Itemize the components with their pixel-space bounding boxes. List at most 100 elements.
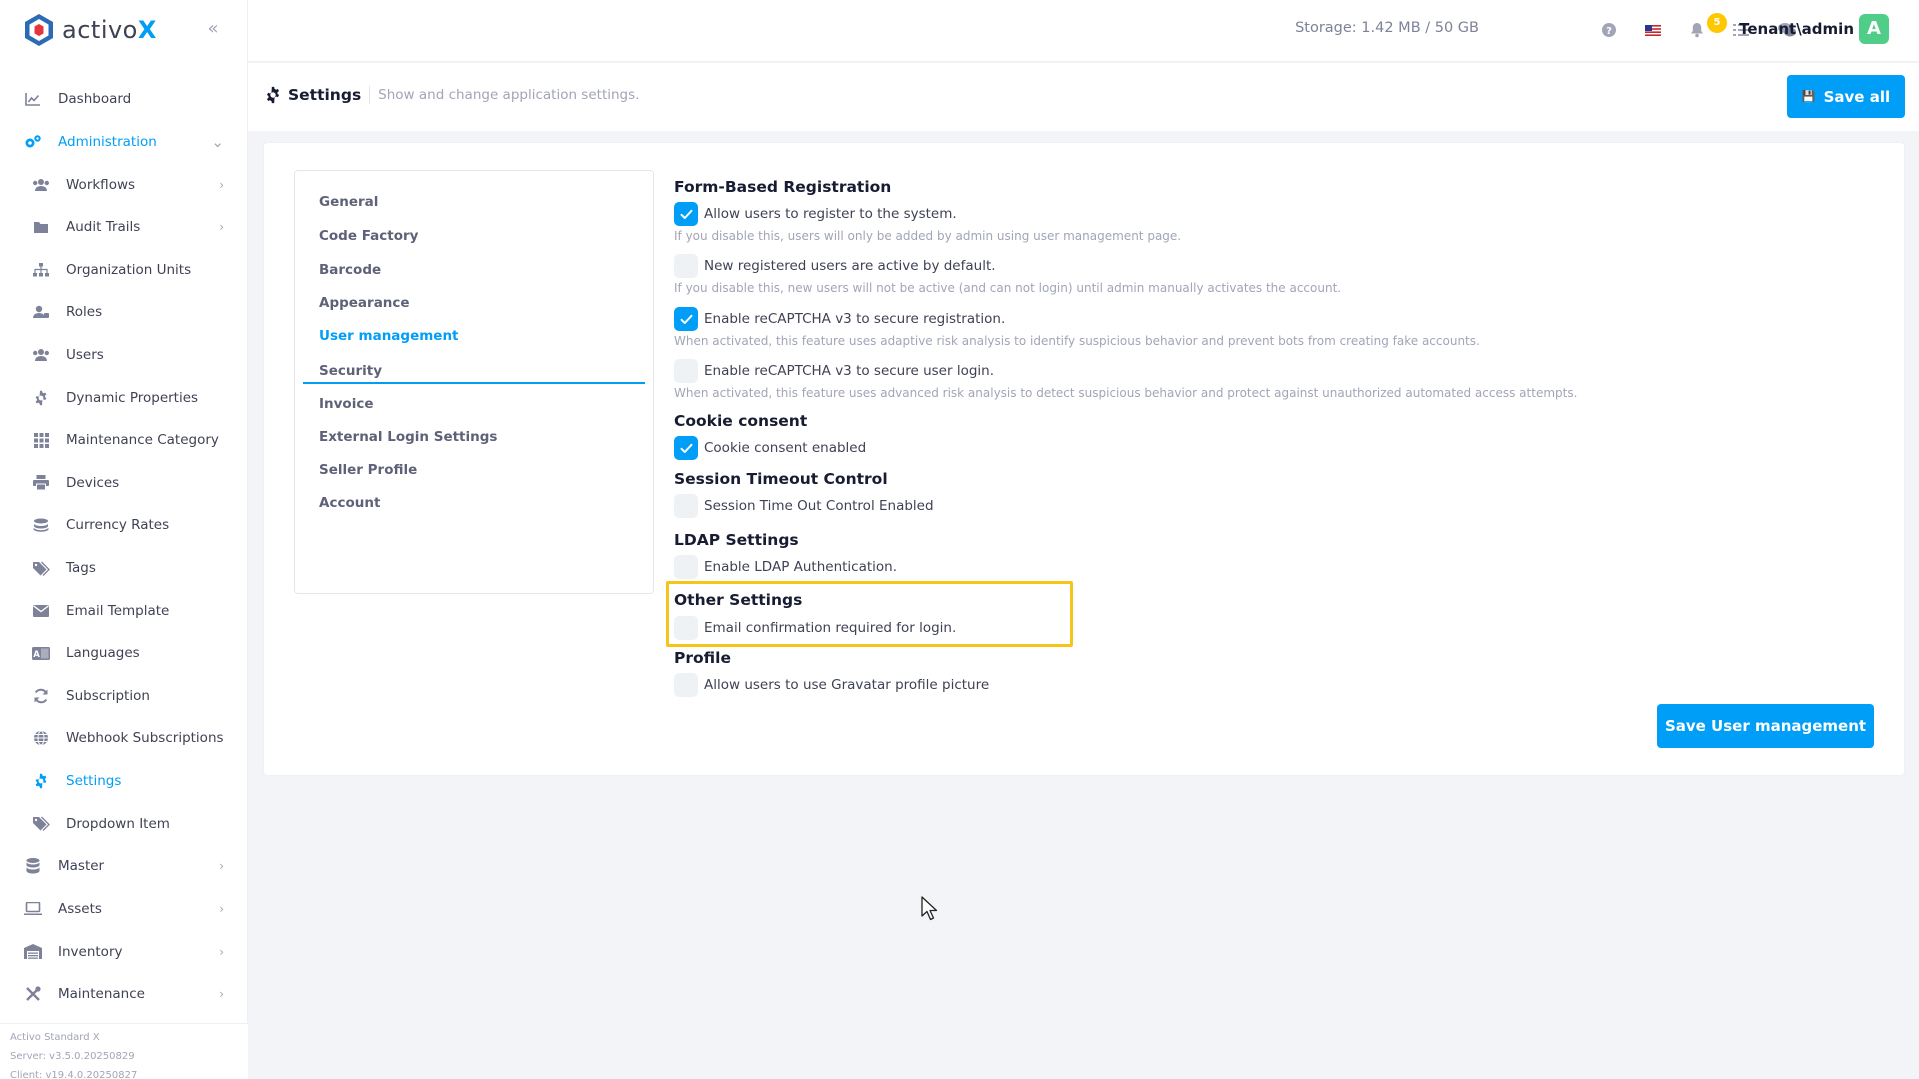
save-all-button[interactable]: 💾 Save all xyxy=(1787,75,1905,118)
checkbox-label: Enable reCAPTCHA v3 to secure user login… xyxy=(704,363,994,379)
settings-card: General Code Factory Barcode Appearance User… xyxy=(263,142,1905,776)
sidebar-item-label: Users xyxy=(66,347,104,364)
user-avatar[interactable]: A xyxy=(1859,14,1889,44)
folder-icon xyxy=(32,219,50,235)
sidebar-item-assets[interactable]: Assets › xyxy=(0,888,248,931)
tab-security[interactable]: Security xyxy=(295,353,653,389)
database-icon xyxy=(24,858,42,874)
sidebar-item-roles[interactable]: Roles xyxy=(0,291,248,334)
checkbox-box[interactable] xyxy=(674,307,698,331)
active-default-checkbox[interactable]: New registered users are active by defau… xyxy=(674,254,996,278)
sidebar-item-email-template[interactable]: Email Template xyxy=(0,589,248,632)
session-timeout-checkbox[interactable]: Session Time Out Control Enabled xyxy=(674,494,934,518)
recaptcha-registration-checkbox[interactable]: Enable reCAPTCHA v3 to secure registrati… xyxy=(674,307,1005,331)
sidebar-item-settings[interactable]: Settings xyxy=(0,760,248,803)
tab-general[interactable]: General xyxy=(295,184,653,220)
svg-text:A: A xyxy=(33,650,40,660)
sidebar-item-label: Webhook Subscriptions xyxy=(66,730,224,747)
sidebar-item-organization-units[interactable]: Organization Units xyxy=(0,249,248,292)
tab-invoice[interactable]: Invoice xyxy=(295,386,653,422)
tab-barcode[interactable]: Barcode xyxy=(295,252,653,288)
sidebar-item-workflows[interactable]: Workflows › xyxy=(0,163,248,206)
sidebar-item-languages[interactable]: A Languages xyxy=(0,632,248,675)
sidebar-item-label: Workflows xyxy=(66,176,136,193)
us-flag-icon[interactable] xyxy=(1643,20,1663,40)
tab-account[interactable]: Account xyxy=(295,485,653,521)
sidebar-item-tags[interactable]: Tags xyxy=(0,547,248,590)
tab-appearance[interactable]: Appearance xyxy=(295,285,653,321)
logo-hexagon-icon xyxy=(25,14,53,46)
sidebar-item-label: Master xyxy=(58,858,105,875)
tab-external-login-settings[interactable]: External Login Settings xyxy=(295,419,653,455)
sidebar-item-administration[interactable]: Administration ⌄ xyxy=(0,121,248,164)
logo[interactable]: activoX xyxy=(22,10,157,50)
email-confirmation-checkbox[interactable]: Email confirmation required for login. xyxy=(674,616,956,640)
cogs-icon xyxy=(24,134,42,150)
sidebar-item-audit-trails[interactable]: Audit Trails › xyxy=(0,206,248,249)
checkbox-box[interactable] xyxy=(674,555,698,579)
sidebar-item-master[interactable]: Master › xyxy=(0,845,248,888)
allow-register-checkbox[interactable]: Allow users to register to the system. xyxy=(674,202,957,226)
sidebar-item-users[interactable]: Users xyxy=(0,334,248,377)
sidebar-item-currency-rates[interactable]: Currency Rates xyxy=(0,504,248,547)
cookie-consent-checkbox[interactable]: Cookie consent enabled xyxy=(674,436,866,460)
chevron-right-icon: › xyxy=(219,220,224,235)
sidebar-item-dropdown-item[interactable]: Dropdown Item xyxy=(0,802,248,845)
svg-text:?: ? xyxy=(1606,26,1612,37)
checkbox-box[interactable] xyxy=(674,436,698,460)
sync-icon xyxy=(32,688,50,704)
sidebar-item-subscription[interactable]: Subscription xyxy=(0,675,248,718)
recaptcha-registration-help: When activated, this feature uses adapti… xyxy=(674,334,1480,348)
current-user[interactable]: Tenant\admin xyxy=(1739,20,1854,38)
sidebar-item-label: Dynamic Properties xyxy=(66,389,199,406)
sidebar-item-devices[interactable]: Devices xyxy=(0,462,248,505)
ldap-settings-title: LDAP Settings xyxy=(674,531,799,549)
checkbox-box[interactable] xyxy=(674,494,698,518)
page-heading: Settings Show and change application set… xyxy=(264,86,639,104)
tab-seller-profile[interactable]: Seller Profile xyxy=(295,452,653,488)
recaptcha-login-checkbox[interactable]: Enable reCAPTCHA v3 to secure user login… xyxy=(674,359,994,383)
chart-line-icon xyxy=(24,91,42,107)
check-icon xyxy=(680,314,692,324)
tab-user-management[interactable]: User management xyxy=(295,318,653,354)
laptop-icon xyxy=(24,901,42,917)
globe-icon xyxy=(32,730,50,746)
sidebar-item-label: Assets xyxy=(58,900,102,917)
chevron-right-icon: › xyxy=(219,901,224,916)
mouse-cursor-icon xyxy=(921,896,938,921)
sidebar-item-webhook-subscriptions[interactable]: Webhook Subscriptions xyxy=(0,717,248,760)
coins-icon xyxy=(32,517,50,533)
help-icon[interactable]: ? xyxy=(1599,20,1619,40)
users-icon xyxy=(32,347,50,363)
gravatar-checkbox[interactable]: Allow users to use Gravatar profile pict… xyxy=(674,673,989,697)
checkbox-box[interactable] xyxy=(674,254,698,278)
version-info: Activo Standard X Server: v3.5.0.2025082… xyxy=(0,1023,248,1079)
sidebar-item-maintenance[interactable]: Maintenance › xyxy=(0,973,248,1016)
sidebar-item-label: Currency Rates xyxy=(66,517,170,534)
page-description: Show and change application settings. xyxy=(378,87,640,103)
checkbox-label: Email confirmation required for login. xyxy=(704,620,957,636)
checkbox-label: Allow users to register to the system. xyxy=(704,206,957,222)
users-icon xyxy=(32,177,50,193)
checkbox-box[interactable] xyxy=(674,673,698,697)
save-user-management-button[interactable]: Save User management xyxy=(1657,704,1874,748)
sidebar-item-dashboard[interactable]: Dashboard xyxy=(0,78,248,121)
sidebar-item-inventory[interactable]: Inventory › xyxy=(0,930,248,973)
bell-icon[interactable] xyxy=(1687,20,1707,40)
user-tag-icon xyxy=(32,304,50,320)
allow-register-help: If you disable this, users will only be … xyxy=(674,229,1182,243)
recaptcha-login-help: When activated, this feature uses advanc… xyxy=(674,386,1578,400)
user-management-panel: Form-Based Registration Allow users to r… xyxy=(674,143,1884,775)
sidebar-item-label: Audit Trails xyxy=(66,219,141,236)
sidebar-item-dynamic-properties[interactable]: Dynamic Properties xyxy=(0,376,248,419)
tab-code-factory[interactable]: Code Factory xyxy=(295,218,653,254)
sidebar-item-maintenance-category[interactable]: Maintenance Category xyxy=(0,419,248,462)
notification-count-badge: 5 xyxy=(1707,13,1727,33)
profile-title: Profile xyxy=(674,649,731,667)
collapse-sidebar-icon[interactable]: « xyxy=(202,18,224,40)
checkbox-box[interactable] xyxy=(674,202,698,226)
save-all-label: Save all xyxy=(1823,87,1891,106)
ldap-auth-checkbox[interactable]: Enable LDAP Authentication. xyxy=(674,555,897,579)
checkbox-box[interactable] xyxy=(674,616,698,640)
checkbox-box[interactable] xyxy=(674,359,698,383)
